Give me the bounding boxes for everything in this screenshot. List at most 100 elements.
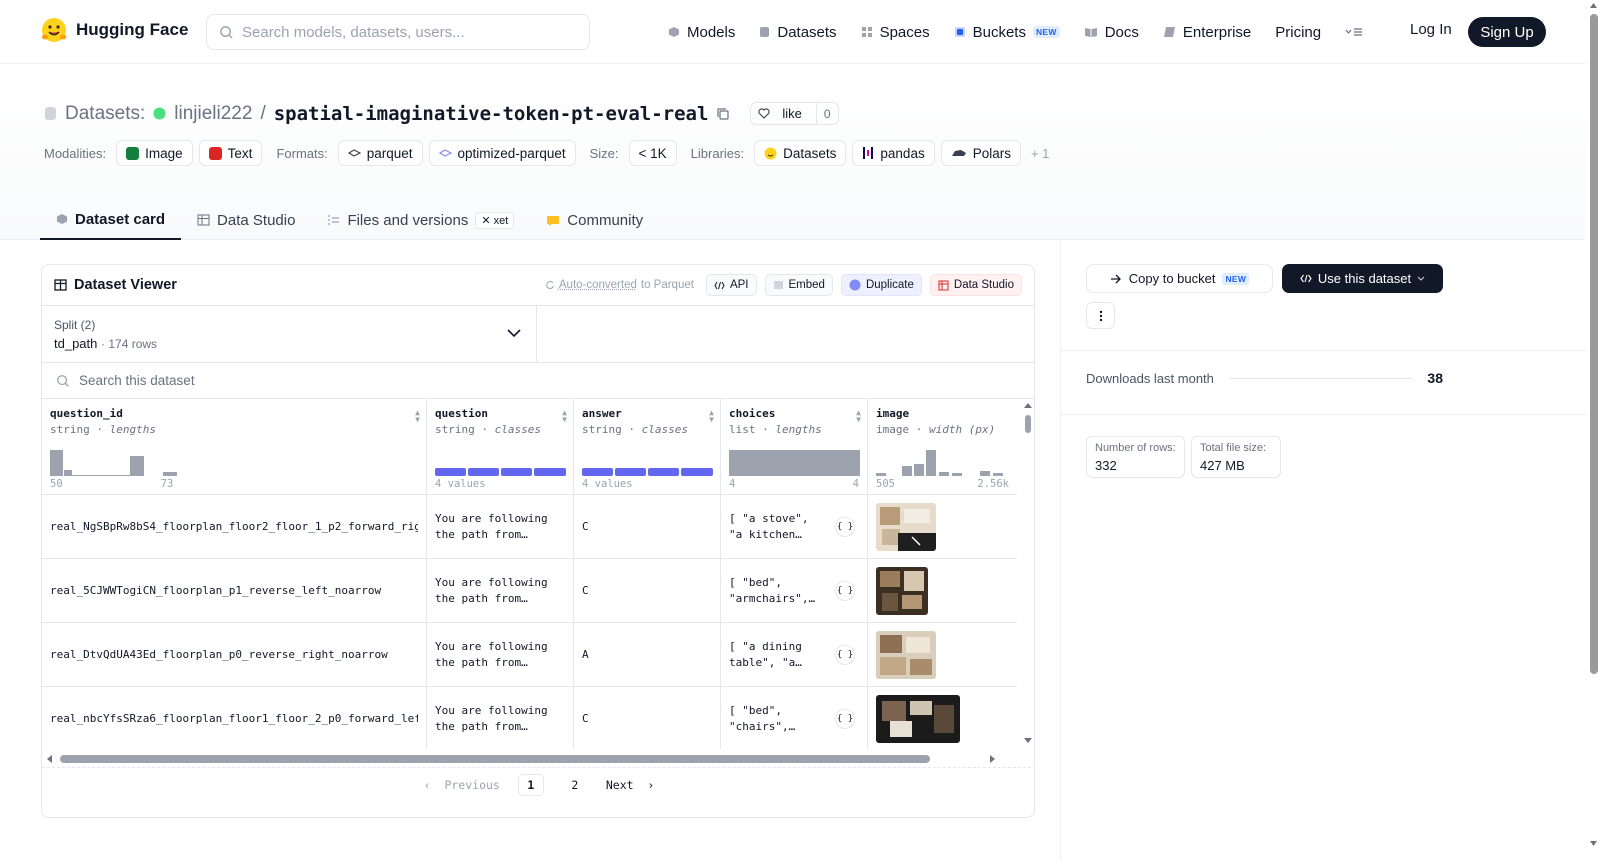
tab-dataset-card[interactable]: Dataset card [40,200,182,240]
dataset-icon [45,107,56,120]
page-1-button[interactable]: 1 [517,774,544,796]
use-this-dataset-label: Use this dataset [1317,271,1412,286]
data-studio-button[interactable]: Data Studio [929,274,1022,296]
cell-question-id[interactable]: real_5CJWWTogiCN_floorplan_p1_reverse_le… [42,559,427,623]
tag-size[interactable]: < 1K [628,140,677,166]
cell-answer[interactable]: C [574,495,721,559]
more-options-button[interactable] [1086,302,1115,329]
heart-icon [758,108,770,119]
page-2-button[interactable]: 2 [562,774,588,796]
cell-image[interactable] [868,687,1017,749]
tab-data-studio[interactable]: Data Studio [181,200,311,240]
copy-to-bucket-button[interactable]: Copy to bucket NEW [1086,264,1273,293]
duplicate-button[interactable]: Duplicate [840,274,922,296]
tag-datasets-lib[interactable]: Datasets [754,140,847,166]
scroll-up-icon[interactable] [1587,2,1600,10]
table-vertical-scrollbar[interactable] [1023,403,1033,743]
json-view-icon[interactable]: { } [835,644,855,665]
json-view-icon[interactable]: { } [835,580,855,601]
text-modality-icon [208,146,222,160]
tab-community[interactable]: Community [530,200,659,240]
nav-docs[interactable]: Docs [1084,24,1139,41]
next-page-button[interactable]: Next › [606,778,654,792]
dataset-search-input[interactable] [79,373,679,388]
nav-more-menu[interactable] [1345,27,1363,37]
tag-text[interactable]: Text [198,140,263,166]
nav-buckets[interactable]: Buckets NEW [954,24,1060,41]
cell-question[interactable]: You are following the path from… [427,687,574,749]
embed-button[interactable]: Embed [764,274,833,296]
cell-choices[interactable]: [ "a dining table", "a… { } [721,623,868,687]
tag-polars-lib[interactable]: Polars [940,140,1021,166]
previous-page-button[interactable]: ‹ Previous [424,778,500,792]
auto-converted-link[interactable]: Auto-converted [559,279,637,291]
table-horizontal-scrollbar[interactable] [42,750,1034,768]
cell-text: C [582,711,589,725]
login-link[interactable]: Log In [1410,21,1452,38]
copy-to-bucket-label: Copy to bucket [1128,271,1216,286]
sort-icon[interactable]: ▲ ▼ [415,409,420,424]
nav-models[interactable]: Models [668,24,735,41]
use-this-dataset-button[interactable]: Use this dataset [1282,264,1443,293]
scrollbar-thumb[interactable] [60,755,930,763]
cell-question[interactable]: You are following the path from… [427,495,574,559]
cell-question-id[interactable]: real_DtvQdUA43Ed_floorplan_p0_reverse_ri… [42,623,427,687]
scroll-right-icon[interactable] [988,754,996,764]
json-view-icon[interactable]: { } [835,516,855,537]
cell-question-id[interactable]: real_nbcYfsSRza6_floorplan_floor1_floor_… [42,687,427,749]
nav-datasets[interactable]: Datasets [759,24,837,41]
cell-answer[interactable]: C [574,687,721,749]
json-view-icon[interactable]: { } [835,708,855,729]
tag-pandas-lib[interactable]: pandas [852,140,935,166]
brand-logo-link[interactable]: Hugging Face [40,16,188,44]
signup-button[interactable]: Sign Up [1468,17,1546,47]
floorplan-thumbnail[interactable] [876,630,936,679]
nav-spaces[interactable]: Spaces [861,24,930,41]
scroll-down-icon[interactable] [1587,839,1600,847]
dataset-search-box[interactable] [42,363,1034,399]
cell-choices[interactable]: [ "a stove", "a kitchen… { } [721,495,868,559]
cell-question[interactable]: You are following the path from… [427,623,574,687]
column-header-question-id[interactable]: question_id string · lengths ▲ ▼ 50 73 [42,399,427,495]
page-scrollbar-thumb[interactable] [1590,14,1598,674]
floorplan-thumbnail[interactable] [876,566,928,615]
owner-avatar-icon [153,107,166,120]
cell-question-id[interactable]: real_NgSBpRw8bS4_floorplan_floor2_floor_… [42,495,427,559]
global-search-input[interactable] [242,23,572,41]
nav-enterprise[interactable]: Enterprise [1163,24,1251,41]
tag-optimized-parquet[interactable]: optimized-parquet [428,140,576,166]
cell-choices[interactable]: [ "bed", "chairs",… { } [721,687,868,749]
cell-image[interactable] [868,559,1017,623]
tab-files-versions[interactable]: Files and versions ✕ xet [311,200,530,240]
tag-parquet[interactable]: parquet [337,140,423,166]
page-scrollbar[interactable] [1587,0,1600,861]
viewer-header: Dataset Viewer Auto-converted to Parquet… [42,265,1034,306]
cell-image[interactable] [868,495,1017,559]
copy-icon[interactable] [716,107,730,121]
downloads-stat: Downloads last month 38 [1086,370,1443,386]
cell-answer[interactable]: C [574,559,721,623]
sort-icon[interactable]: ▲ ▼ [709,409,714,424]
column-header-question[interactable]: question string · classes ▲ ▼ 4 values [427,399,574,495]
floorplan-thumbnail[interactable] [876,694,960,743]
cell-image[interactable] [868,623,1017,687]
sort-icon[interactable]: ▲ ▼ [562,409,567,424]
cell-choices[interactable]: [ "bed", "armchairs",… { } [721,559,868,623]
like-button[interactable]: like 0 [750,102,839,125]
sort-icon[interactable]: ▲ ▼ [856,409,861,424]
column-header-answer[interactable]: answer string · classes ▲ ▼ 4 values [574,399,721,495]
libraries-more[interactable]: + 1 [1031,146,1049,161]
column-header-choices[interactable]: choices list · lengths ▲ ▼ 44 [721,399,868,495]
column-header-image[interactable]: image image · width (px) 505 2.56k [868,399,1017,495]
cell-answer[interactable]: A [574,623,721,687]
floorplan-thumbnail[interactable] [876,502,936,551]
repo-name[interactable]: spatial-imaginative-token-pt-eval-real [274,103,709,125]
cell-question[interactable]: You are following the path from… [427,559,574,623]
nav-pricing[interactable]: Pricing [1275,24,1321,41]
owner-link[interactable]: linjieli222 [174,103,252,125]
api-button[interactable]: API [705,274,757,296]
scroll-left-icon[interactable] [46,754,54,764]
global-search-box[interactable] [206,14,590,50]
tag-image[interactable]: Image [116,140,193,166]
split-selector[interactable]: Split (2) td_path · 174 rows [42,306,537,362]
